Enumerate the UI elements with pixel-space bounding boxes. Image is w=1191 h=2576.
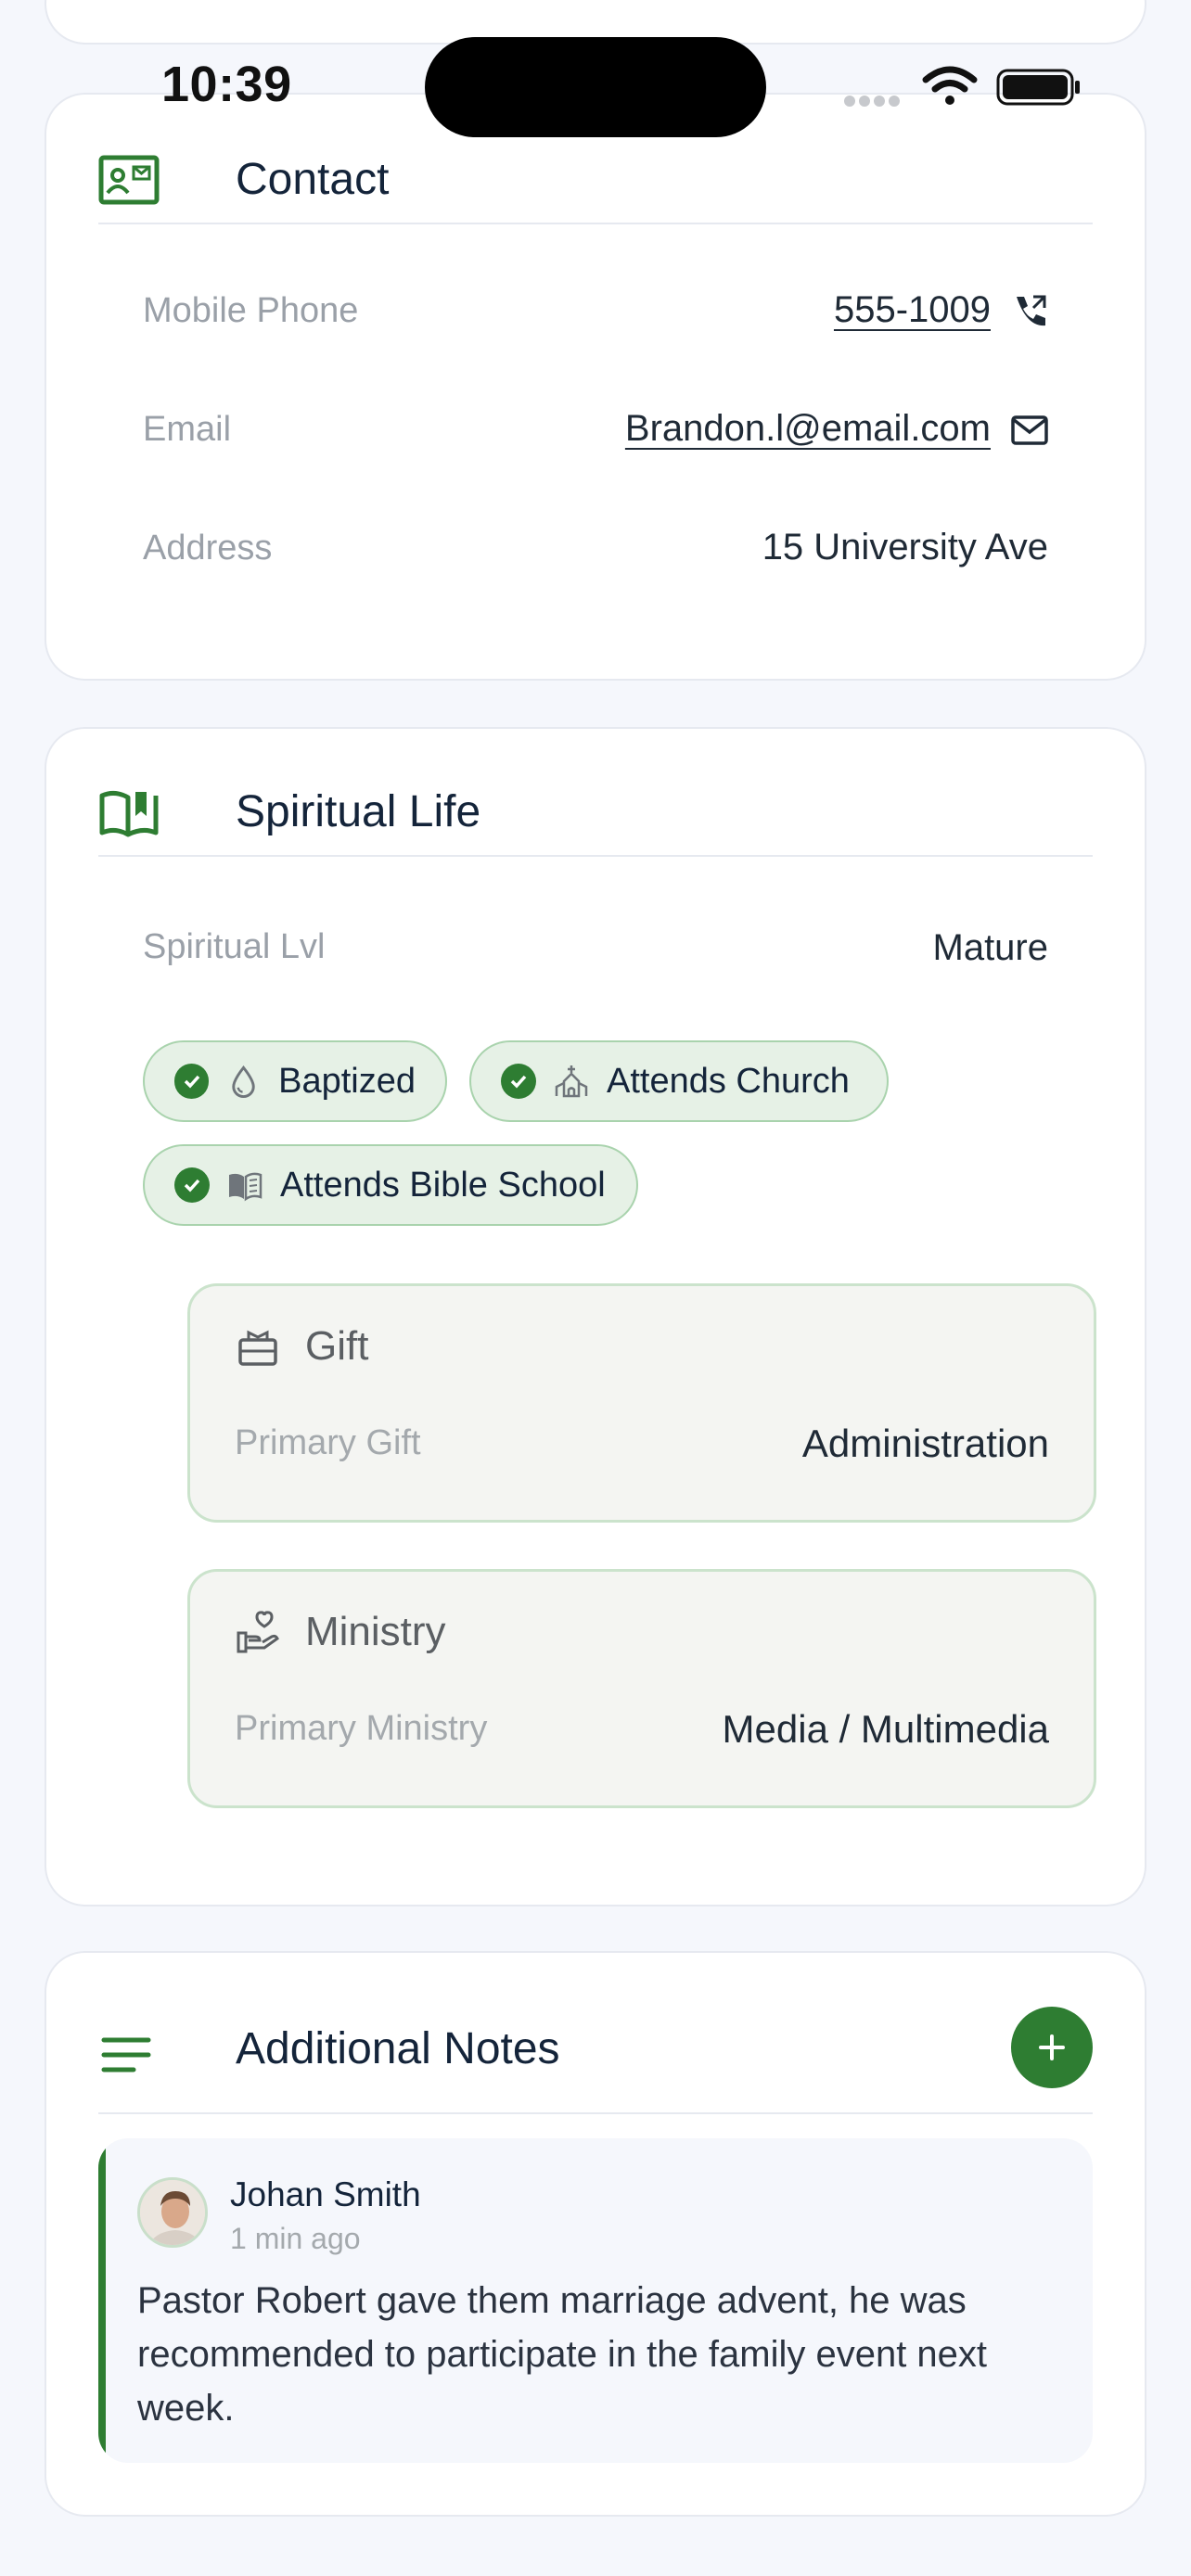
check-icon	[174, 1167, 210, 1203]
gift-box: Gift Primary Gift Administration	[187, 1283, 1096, 1523]
chip-label: Baptized	[278, 1061, 416, 1101]
note-time: 1 min ago	[230, 2222, 361, 2255]
phone-link[interactable]: 555-1009	[834, 289, 991, 331]
primary-ministry-label: Primary Ministry	[235, 1709, 488, 1748]
note-author: Johan Smith	[230, 2175, 421, 2213]
chip-label: Attends Bible School	[280, 1165, 606, 1205]
primary-gift-label: Primary Gift	[235, 1423, 421, 1462]
address-label: Address	[143, 529, 273, 567]
notes-header: Additional Notes	[98, 2003, 1093, 2114]
notes-title: Additional Notes	[236, 2024, 560, 2073]
phone-call-icon[interactable]	[1009, 291, 1050, 332]
spiritual-level-value: Mature	[932, 927, 1049, 968]
mail-icon[interactable]	[1009, 410, 1050, 451]
check-icon	[501, 1064, 536, 1099]
avatar	[137, 2177, 208, 2248]
add-note-button[interactable]	[1011, 2007, 1093, 2088]
additional-notes-card: Additional Notes Johan Smith 1 min ago P…	[45, 1951, 1146, 2517]
email-link[interactable]: Brandon.l@email.com	[625, 408, 991, 450]
contact-card: Contact Mobile Phone 555-1009 Email Bran…	[45, 93, 1146, 681]
ministry-box: Ministry Primary Ministry Media / Multim…	[187, 1569, 1096, 1808]
note-item: Johan Smith 1 min ago Pastor Robert gave…	[98, 2138, 1093, 2463]
note-accent-bar	[98, 2138, 106, 2463]
primary-ministry-value: Media / Multimedia	[722, 1707, 1049, 1751]
church-icon	[555, 1065, 588, 1098]
contact-title: Contact	[236, 155, 390, 204]
status-time: 10:39	[161, 57, 292, 112]
address-value: 15 University Ave	[762, 527, 1048, 567]
spiritual-header: Spiritual Life	[98, 784, 1093, 857]
email-label: Email	[143, 410, 232, 449]
plus-icon	[1039, 2034, 1065, 2060]
gift-title: Gift	[305, 1323, 369, 1369]
battery-icon	[996, 69, 1080, 106]
check-icon	[174, 1064, 210, 1099]
cellular-signal-icon	[844, 95, 903, 111]
contact-card-icon	[98, 155, 160, 205]
gift-icon	[238, 1330, 277, 1366]
chip-label: Attends Church	[607, 1061, 850, 1101]
dynamic-island	[425, 37, 766, 137]
wifi-icon	[922, 66, 978, 105]
phone-label: Mobile Phone	[143, 291, 359, 330]
chip-baptized: Baptized	[143, 1040, 447, 1122]
water-drop-icon	[232, 1065, 255, 1098]
notes-lines-icon	[101, 2037, 151, 2072]
open-book-icon	[99, 790, 159, 837]
spiritual-level-label: Spiritual Lvl	[143, 927, 326, 966]
book-icon	[229, 1172, 263, 1202]
chip-attends-bible-school: Attends Bible School	[143, 1144, 638, 1226]
hand-heart-icon	[237, 1611, 279, 1653]
note-text: Pastor Robert gave them marriage advent,…	[137, 2280, 988, 2429]
chip-attends-church: Attends Church	[469, 1040, 889, 1122]
contact-header: Contact	[98, 152, 1093, 224]
spiritual-title: Spiritual Life	[236, 787, 481, 836]
spiritual-life-card: Spiritual Life Spiritual Lvl Mature Bapt…	[45, 727, 1146, 1906]
ministry-title: Ministry	[305, 1609, 446, 1654]
primary-gift-value: Administration	[801, 1422, 1049, 1465]
